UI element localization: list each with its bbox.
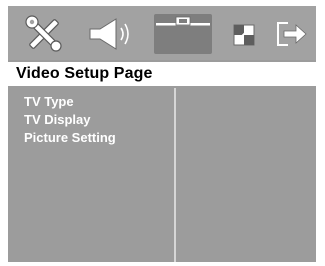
setup-toolbar (8, 6, 316, 60)
page-title-bar: Video Setup Page (8, 62, 316, 86)
speaker-icon (89, 18, 129, 50)
submenu-panel (176, 86, 316, 262)
preference-setup-tab[interactable] (226, 14, 262, 54)
exit-tab[interactable] (272, 14, 310, 54)
menu-item-tv-type[interactable]: TV Type (24, 94, 74, 110)
general-setup-tab[interactable] (22, 14, 66, 54)
exit-icon (277, 22, 307, 46)
setup-menu: TV Type TV Display Picture Setting (8, 86, 173, 262)
audio-setup-tab[interactable] (86, 14, 138, 54)
menu-item-picture-setting[interactable]: Picture Setting (24, 130, 116, 146)
setup-screen: Video Setup Page TV Type TV Display Pict… (8, 6, 316, 262)
page-title: Video Setup Page (16, 65, 153, 82)
tools-icon (25, 15, 62, 52)
preference-icon (233, 24, 255, 46)
video-connector-icon (156, 16, 210, 26)
video-setup-tab[interactable] (154, 14, 212, 54)
menu-item-tv-display[interactable]: TV Display (24, 112, 90, 128)
